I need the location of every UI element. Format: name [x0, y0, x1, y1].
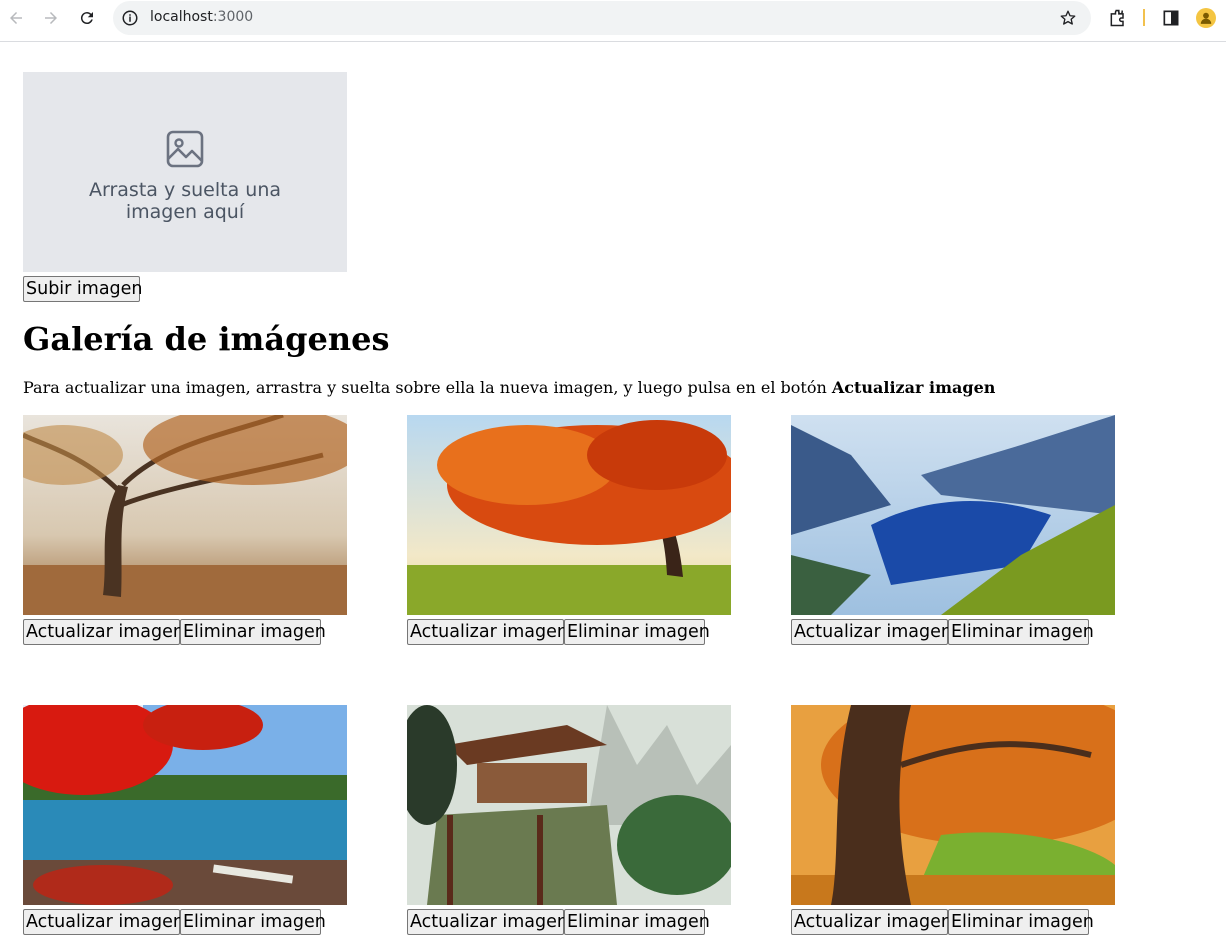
site-info-icon[interactable]: [121, 9, 139, 27]
side-panel-icon[interactable]: [1161, 8, 1181, 28]
gallery-image[interactable]: [407, 415, 731, 615]
gallery-item: Actualizar imagen Eliminar imagen: [407, 705, 731, 935]
delete-image-button[interactable]: Eliminar imagen: [948, 619, 1094, 645]
bookmark-star-icon[interactable]: [1059, 9, 1077, 27]
profile-avatar-icon[interactable]: [1196, 8, 1216, 28]
gallery-image[interactable]: [23, 705, 347, 905]
update-image-button[interactable]: Actualizar imagen: [23, 909, 184, 935]
update-image-button[interactable]: Actualizar imagen: [407, 619, 568, 645]
reload-icon[interactable]: [75, 6, 99, 30]
update-image-button[interactable]: Actualizar imagen: [407, 909, 568, 935]
gallery-image[interactable]: [791, 705, 1115, 905]
url-text[interactable]: localhost:3000: [150, 9, 253, 25]
browser-toolbar: localhost:3000: [0, 0, 1226, 42]
image-placeholder-icon: [166, 130, 204, 168]
toolbar-divider: [1143, 9, 1145, 26]
back-icon[interactable]: [4, 6, 28, 30]
instructions-bold: Actualizar imagen: [831, 378, 996, 397]
gallery-instructions: Para actualizar una imagen, arrastra y s…: [23, 378, 996, 397]
extensions-icon[interactable]: [1108, 8, 1128, 28]
gallery-image[interactable]: [407, 705, 731, 905]
upload-image-button[interactable]: Subir imagen: [23, 276, 143, 302]
forward-icon[interactable]: [39, 6, 63, 30]
delete-image-button[interactable]: Eliminar imagen: [180, 909, 326, 935]
delete-image-button[interactable]: Eliminar imagen: [948, 909, 1094, 935]
page-title: Galería de imágenes: [23, 320, 390, 358]
delete-image-button[interactable]: Eliminar imagen: [180, 619, 326, 645]
delete-image-button[interactable]: Eliminar imagen: [564, 619, 710, 645]
update-image-button[interactable]: Actualizar imagen: [23, 619, 184, 645]
gallery-item: Actualizar imagen Eliminar imagen: [791, 705, 1115, 935]
delete-image-button[interactable]: Eliminar imagen: [564, 909, 710, 935]
gallery-item: Actualizar imagen Eliminar imagen: [791, 415, 1115, 645]
gallery-item: Actualizar imagen Eliminar imagen: [407, 415, 731, 645]
update-image-button[interactable]: Actualizar imagen: [791, 909, 952, 935]
gallery-item: Actualizar imagen Eliminar imagen: [23, 705, 347, 935]
image-dropzone[interactable]: Arrasta y suelta una imagen aquí: [23, 72, 347, 272]
gallery-image[interactable]: [23, 415, 347, 615]
dropzone-label: Arrasta y suelta una imagen aquí: [88, 179, 281, 223]
address-bar[interactable]: localhost:3000: [113, 1, 1091, 35]
gallery-image[interactable]: [791, 415, 1115, 615]
gallery-item: Actualizar imagen Eliminar imagen: [23, 415, 347, 645]
update-image-button[interactable]: Actualizar imagen: [791, 619, 952, 645]
